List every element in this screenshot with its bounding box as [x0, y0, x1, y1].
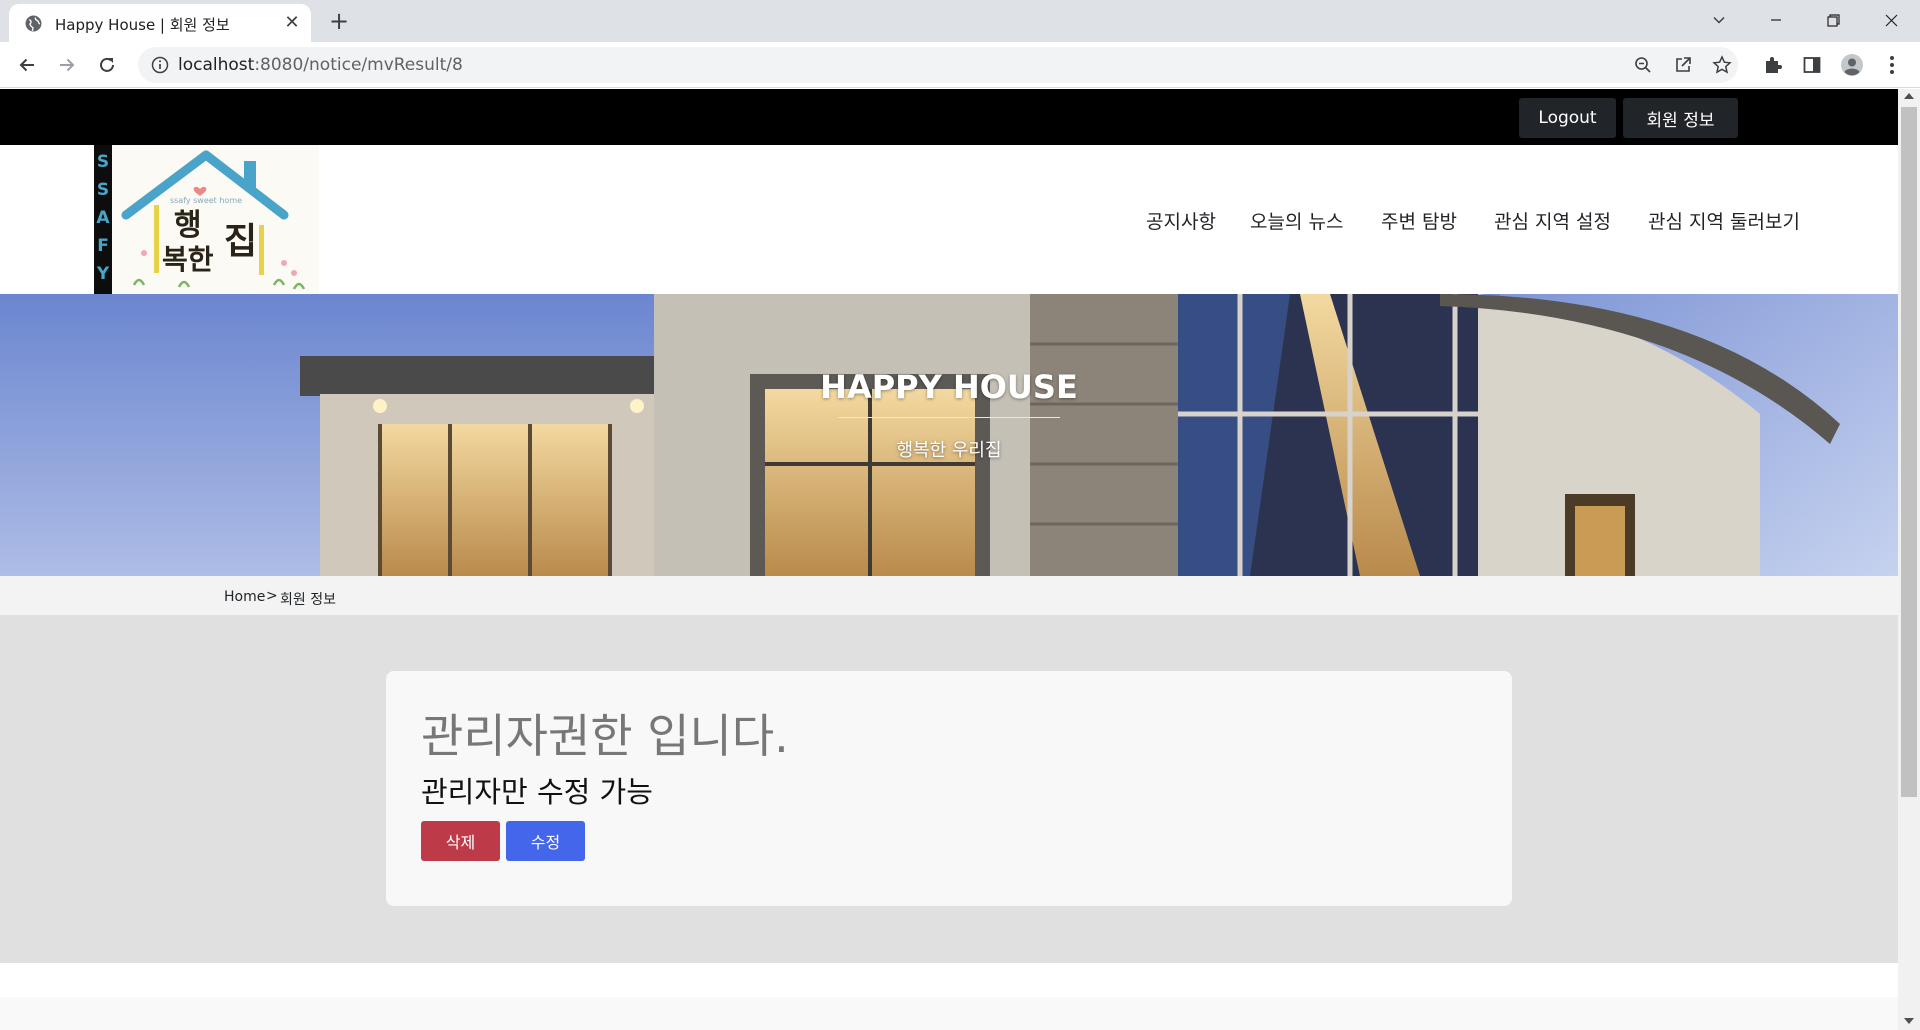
- restore-button[interactable]: [1810, 4, 1856, 36]
- browser-toolbar: localhost:8080/notice/mvResult/8: [0, 42, 1920, 88]
- side-panel-icon[interactable]: [1800, 53, 1824, 77]
- svg-text:ssafy sweet home: ssafy sweet home: [170, 196, 242, 205]
- hero-divider: [838, 417, 1060, 418]
- svg-text:집: 집: [224, 221, 257, 262]
- minimize-button[interactable]: [1753, 4, 1799, 36]
- page-scrollbar[interactable]: [1898, 89, 1920, 1030]
- new-tab-button[interactable]: +: [325, 8, 353, 36]
- hero-title: HAPPY HOUSE: [820, 368, 1078, 406]
- share-icon[interactable]: [1672, 54, 1694, 76]
- svg-text:복한: 복한: [162, 243, 214, 276]
- footer-area: [0, 963, 1898, 1030]
- scroll-down-arrow-icon[interactable]: [1904, 1018, 1914, 1024]
- nav-item-set-interest-area[interactable]: 관심 지역 설정: [1494, 207, 1611, 234]
- breadcrumb-current: 회원 정보: [280, 592, 336, 608]
- breadcrumb: Home > 회원 정보: [0, 576, 1898, 615]
- page-viewport: Logout 회원 정보 SSAFY ssafy sweet home 행 복한…: [0, 89, 1898, 1030]
- card-heading: 관리자권한 입니다.: [421, 709, 789, 763]
- edit-button[interactable]: 수정: [506, 821, 585, 861]
- hero-subtitle: 행복한 우리집: [896, 440, 1002, 461]
- delete-button[interactable]: 삭제: [421, 821, 500, 861]
- forward-arrow-icon[interactable]: [53, 51, 81, 79]
- browser-tab[interactable]: Happy House | 회원 정보 ✕: [9, 4, 311, 42]
- scrollbar-thumb[interactable]: [1901, 107, 1917, 797]
- globe-icon: [25, 15, 42, 32]
- logout-button[interactable]: Logout: [1519, 98, 1616, 138]
- top-bar: Logout 회원 정보: [0, 89, 1898, 145]
- nav-item-browse-interest-area[interactable]: 관심 지역 둘러보기: [1648, 207, 1800, 234]
- nav-item-today-news[interactable]: 오늘의 뉴스: [1250, 207, 1343, 234]
- breadcrumb-home-link[interactable]: Home: [224, 589, 265, 605]
- bookmark-star-icon[interactable]: [1711, 54, 1733, 76]
- tab-search-chevron-icon[interactable]: [1696, 4, 1742, 36]
- happy-house-logo[interactable]: SSAFY ssafy sweet home 행 복한 집: [94, 145, 319, 295]
- profile-avatar-icon[interactable]: [1840, 53, 1864, 77]
- nav-item-explore-nearby[interactable]: 주변 탐방: [1381, 207, 1457, 234]
- zoom-icon[interactable]: [1632, 54, 1654, 76]
- nav-item-notice[interactable]: 공지사항: [1146, 207, 1216, 234]
- main-content: 관리자권한 입니다. 관리자만 수정 가능 삭제 수정: [0, 615, 1898, 963]
- back-arrow-icon[interactable]: [13, 51, 41, 79]
- browser-tabstrip: Happy House | 회원 정보 ✕ +: [0, 0, 1920, 42]
- extensions-puzzle-icon[interactable]: [1761, 53, 1785, 77]
- more-menu-icon[interactable]: [1880, 53, 1904, 77]
- close-tab-icon[interactable]: ✕: [281, 12, 303, 34]
- scroll-up-arrow-icon[interactable]: [1904, 93, 1914, 99]
- card-subheading: 관리자만 수정 가능: [421, 775, 653, 809]
- reload-icon[interactable]: [93, 51, 121, 79]
- svg-text:행: 행: [174, 208, 202, 243]
- house-banner-image: [0, 294, 1898, 576]
- site-header: SSAFY ssafy sweet home 행 복한 집 공지사항 오늘의 뉴…: [0, 145, 1898, 295]
- member-info-button[interactable]: 회원 정보: [1623, 98, 1738, 138]
- close-window-button[interactable]: [1868, 4, 1914, 36]
- info-icon[interactable]: [151, 56, 169, 74]
- logo-side-letters-text: SSAFY: [96, 152, 111, 284]
- address-bar[interactable]: localhost:8080/notice/mvResult/8: [138, 47, 1738, 83]
- breadcrumb-separator: >: [266, 588, 278, 604]
- url-text: localhost:8080/notice/mvResult/8: [178, 55, 463, 75]
- hero-banner: HAPPY HOUSE 행복한 우리집: [0, 294, 1898, 576]
- footer-strip: [0, 997, 1898, 1030]
- tab-title: Happy House | 회원 정보: [55, 16, 230, 34]
- admin-card: 관리자권한 입니다. 관리자만 수정 가능 삭제 수정: [386, 671, 1512, 906]
